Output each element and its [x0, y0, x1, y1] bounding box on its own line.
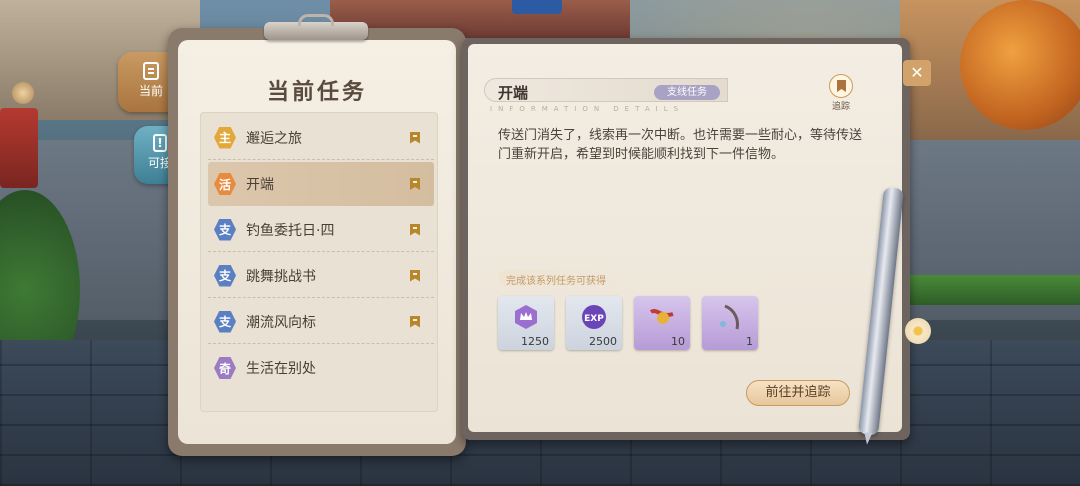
quest-type-badge: 奇	[214, 357, 236, 379]
track-flag-icon	[410, 132, 420, 144]
crown-icon	[513, 304, 539, 330]
quest-detail-card: 开端 支线任务 INFORMATION DETAILS 追踪 传送门消失了，线索…	[462, 38, 910, 440]
svg-text:EXP: EXP	[584, 314, 604, 324]
quest-item[interactable]: 主 邂逅之旅	[208, 116, 434, 160]
quest-label: 生活在别处	[246, 361, 316, 377]
quest-label: 钓鱼委托日·四	[246, 222, 335, 239]
reward-caption: 完成该系列任务可获得	[506, 276, 606, 287]
flower-decoration	[905, 318, 931, 344]
autumn-tree	[960, 0, 1080, 130]
track-flag-icon	[410, 270, 420, 282]
quest-type-badge: 支	[214, 264, 236, 287]
reward-count: 1250	[521, 335, 549, 348]
quest-detail-paper: 开端 支线任务 INFORMATION DETAILS 追踪 传送门消失了，线索…	[468, 44, 902, 432]
reward-item[interactable]: 10	[634, 296, 690, 350]
bookmark-icon	[829, 74, 853, 98]
quest-type-badge: 支	[214, 218, 236, 241]
quest-type-badge: 活	[214, 173, 236, 195]
track-flag-icon	[410, 224, 420, 236]
quest-item[interactable]: 支 钓鱼委托日·四	[208, 208, 434, 252]
quest-type-badge: 支	[214, 310, 236, 333]
grass	[900, 275, 1080, 305]
quest-description: 传送门消失了，线索再一次中断。也许需要一些耐心，等待传送门重新开启，希望到时候能…	[498, 128, 863, 162]
shop-sign	[512, 0, 562, 14]
avatar-bubble-icon	[12, 82, 34, 104]
reward-item[interactable]: EXP 2500	[566, 296, 622, 350]
feather-icon	[717, 304, 743, 330]
quest-type-badge: 主	[214, 126, 236, 149]
track-button[interactable]: 追踪	[826, 74, 856, 112]
clipboard-clip	[264, 14, 368, 40]
quest-list: 主 邂逅之旅 活 开端 支 钓鱼委托日·四 支 跳舞挑战书 支 潮流风向标 奇 …	[200, 112, 438, 412]
exp-icon: EXP	[581, 304, 607, 330]
quest-item[interactable]: 奇 生活在别处	[208, 346, 434, 390]
quest-item-selected[interactable]: 活 开端	[208, 162, 434, 206]
go-and-track-button[interactable]: 前往并追踪	[746, 380, 850, 406]
quest-label: 邂逅之旅	[246, 130, 302, 147]
bell-ribbon-icon	[649, 304, 675, 330]
collapse-icon[interactable]: ✕	[903, 60, 931, 86]
phone-booth	[0, 108, 38, 188]
track-flag-icon	[410, 316, 420, 328]
quest-item[interactable]: 支 跳舞挑战书	[208, 254, 434, 298]
reward-item[interactable]: 1250	[498, 296, 554, 350]
quest-label: 潮流风向标	[246, 314, 316, 331]
quest-item[interactable]: 支 潮流风向标	[208, 300, 434, 344]
track-label: 追踪	[831, 102, 850, 112]
reward-count: 1	[746, 335, 753, 348]
notebook-icon	[143, 62, 159, 80]
quest-list-paper: 当前任务 主 邂逅之旅 活 开端 支 钓鱼委托日·四 支 跳舞挑战书 支 潮流风…	[178, 40, 456, 444]
panel-title: 当前任务	[266, 79, 367, 105]
reward-count: 2500	[589, 335, 617, 348]
track-flag-icon	[410, 178, 420, 190]
reward-item[interactable]: 1	[702, 296, 758, 350]
quest-type-tag: 支线任务	[654, 85, 720, 100]
quest-label: 开端	[246, 177, 274, 193]
detail-subtitle: INFORMATION DETAILS	[490, 105, 685, 113]
quest-title: 开端	[498, 84, 529, 102]
quest-list-card: 当前任务 主 邂逅之旅 活 开端 支 钓鱼委托日·四 支 跳舞挑战书 支 潮流风…	[168, 14, 466, 456]
exclamation-icon: !	[153, 134, 167, 152]
quest-label: 跳舞挑战书	[246, 268, 316, 285]
reward-count: 10	[671, 335, 685, 348]
